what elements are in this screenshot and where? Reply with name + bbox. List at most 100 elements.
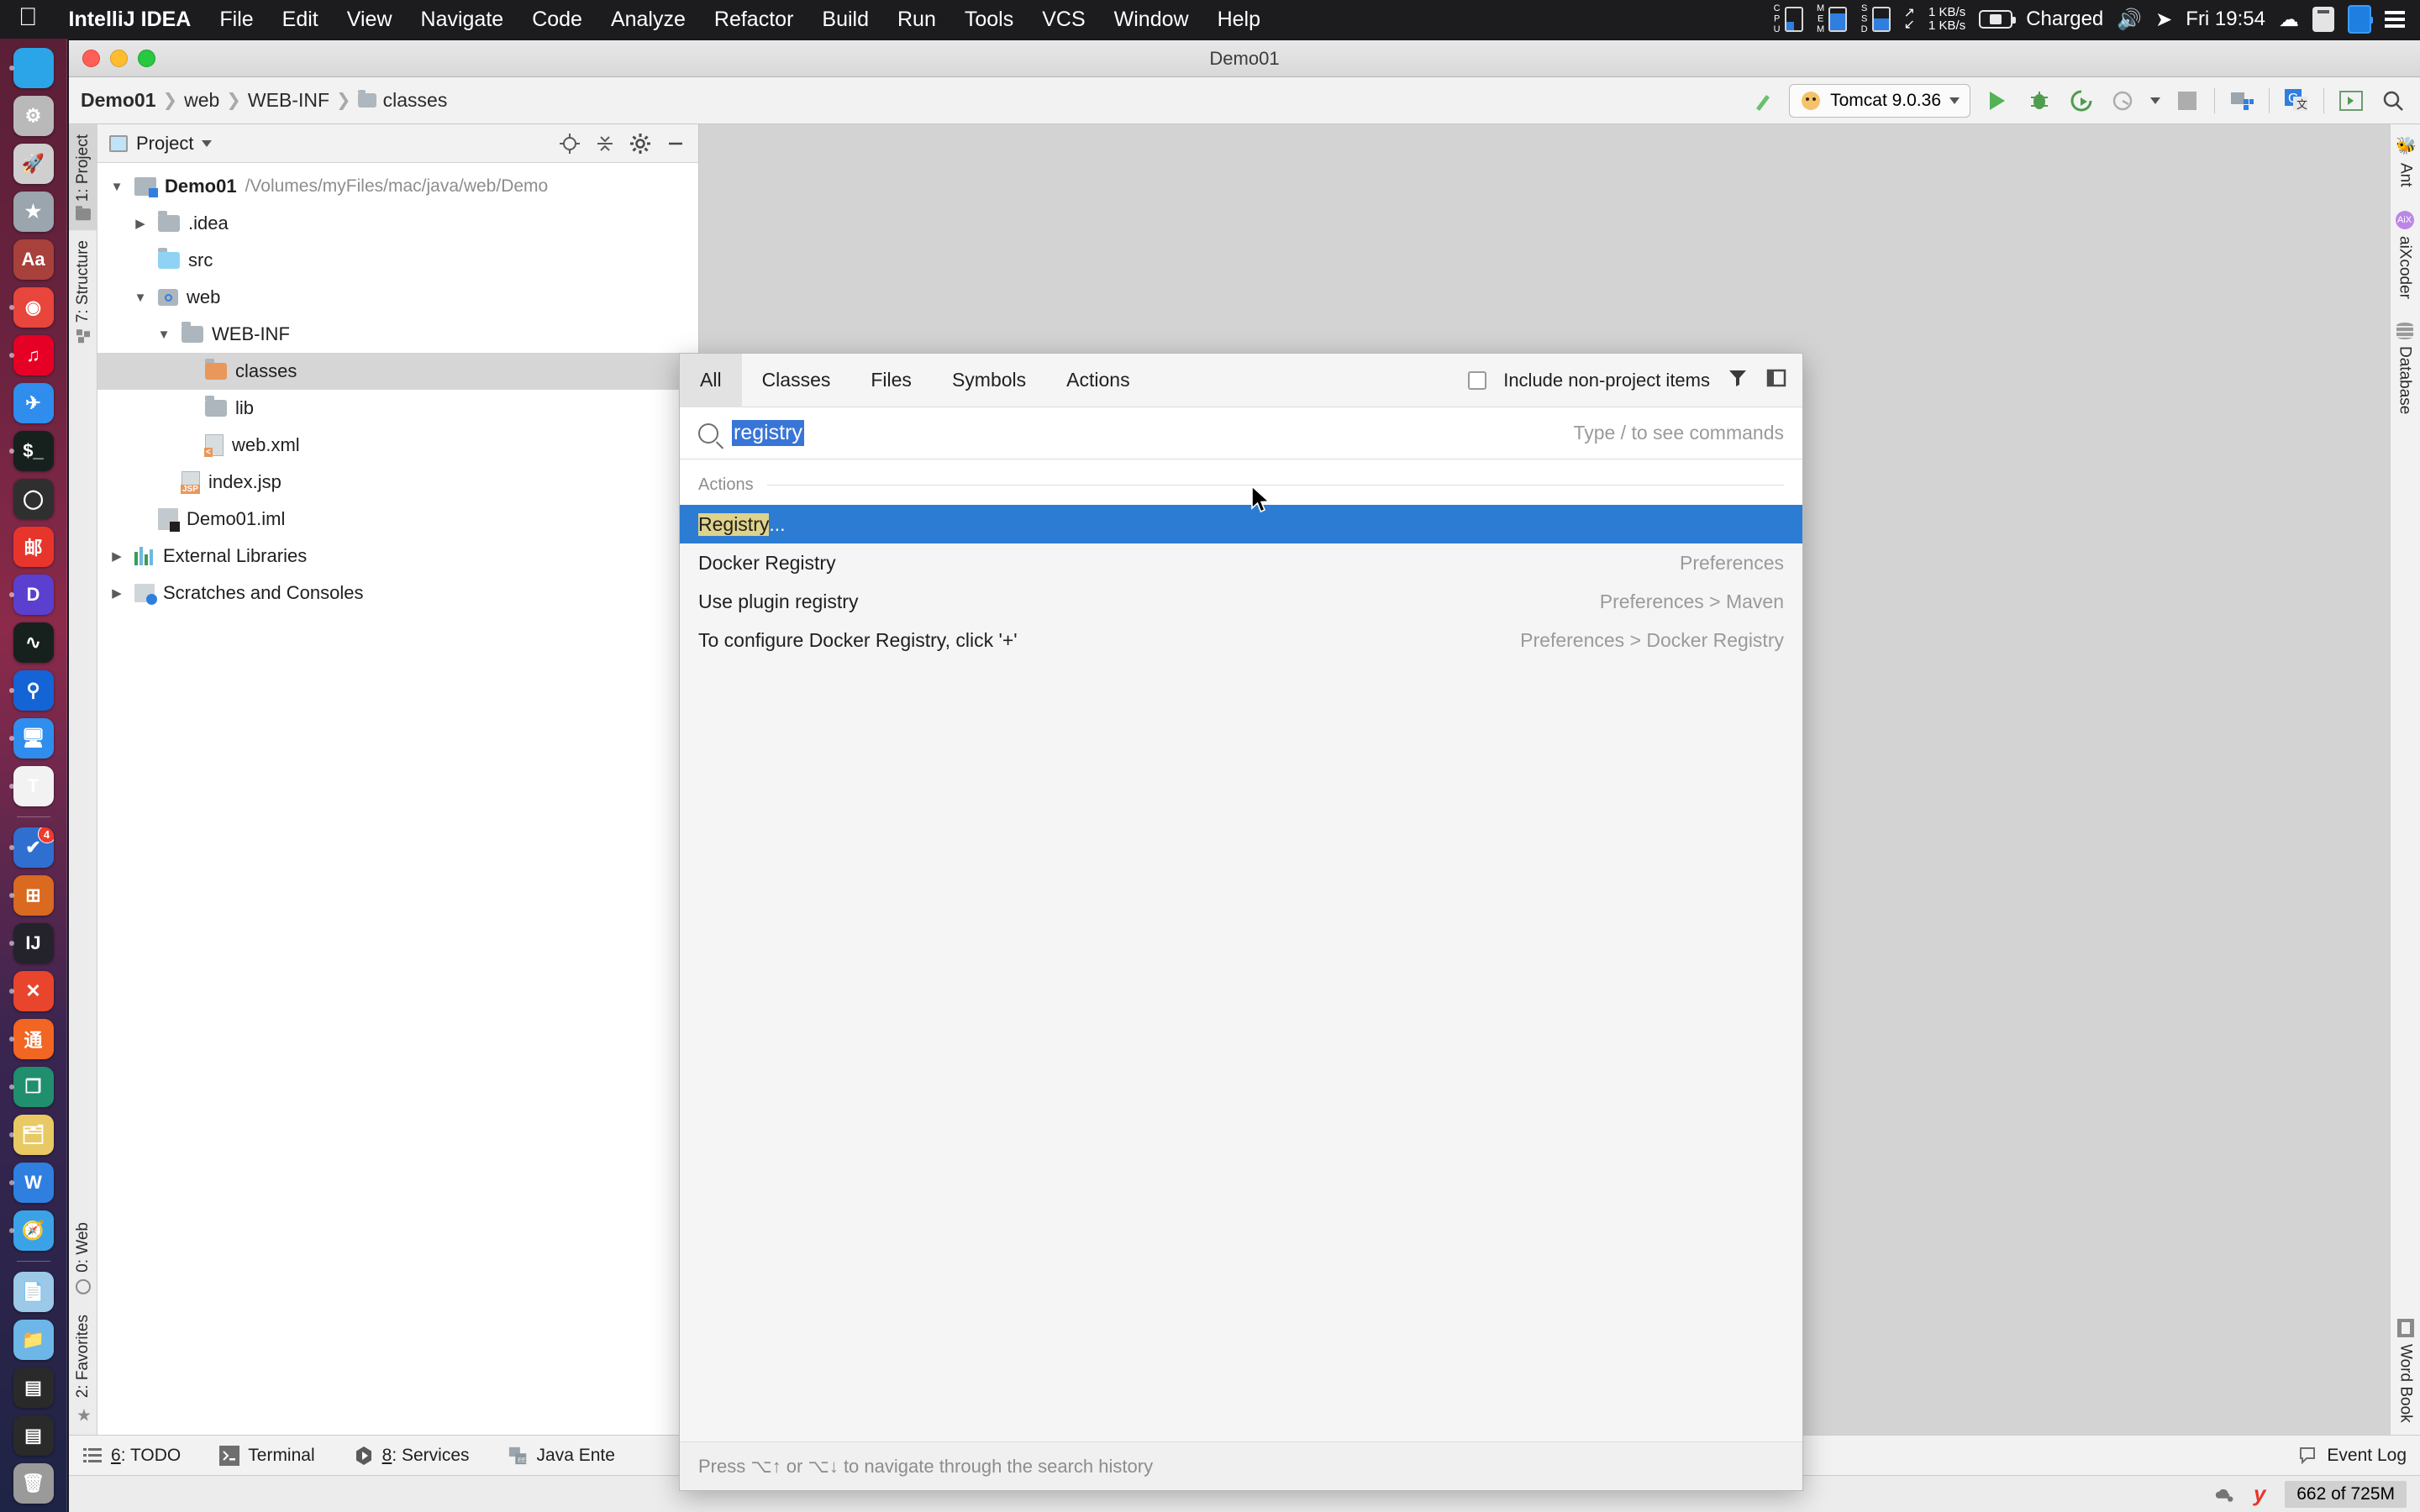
dock-item-snipaste[interactable]: ❐: [6, 1064, 61, 1110]
tree-node[interactable]: classes: [97, 353, 698, 390]
dock-item-minimized-window-2[interactable]: ▤: [6, 1413, 61, 1458]
chevron-down-icon[interactable]: [202, 139, 213, 147]
dock-item-intellij-idea[interactable]: IJ: [6, 921, 61, 966]
search-result-row[interactable]: To configure Docker Registry, click '+' P…: [680, 621, 1802, 659]
dock-item-mail-cn[interactable]: 邮: [6, 524, 61, 570]
breadcrumb-item-classes[interactable]: classes: [383, 89, 448, 112]
dock-item-minimized-window-1[interactable]: ▤: [6, 1365, 61, 1410]
menu-item-vcs[interactable]: VCS: [1028, 8, 1099, 32]
network-speed-readout[interactable]: 1 KB/s 1 KB/s: [1928, 6, 1965, 33]
dock-item-wechat-dev[interactable]: ◯: [6, 476, 61, 522]
dock-item-things-todo[interactable]: ✔ 4: [6, 825, 61, 870]
profile-button[interactable]: [2108, 86, 2139, 116]
dock-item-trash[interactable]: 🗑: [6, 1461, 61, 1506]
dock-item-wps-office[interactable]: W: [6, 1160, 61, 1205]
dock-item-activity-monitor[interactable]: ∿: [6, 620, 61, 665]
tab-all[interactable]: All: [680, 353, 742, 407]
sidebar-item-aixcoder[interactable]: AiX aiXcoder: [2390, 199, 2420, 311]
sidebar-item-database[interactable]: Database: [2390, 311, 2420, 426]
menu-item-navigate[interactable]: Navigate: [407, 8, 518, 32]
run-button[interactable]: [1982, 86, 2012, 116]
run-with-coverage-button[interactable]: [2066, 86, 2096, 116]
menu-item-help[interactable]: Help: [1203, 8, 1275, 32]
filter-funnel-icon[interactable]: [1727, 367, 1749, 393]
build-hammer-icon[interactable]: [1747, 86, 1777, 116]
youdao-icon[interactable]: y: [2249, 1481, 2270, 1506]
menu-item-code[interactable]: Code: [518, 8, 597, 32]
dock-item-parallels-windows[interactable]: 🖥: [6, 716, 61, 761]
sidebar-item-favorites[interactable]: ★ 2: Favorites: [68, 1305, 98, 1435]
tool-window-tab-terminal[interactable]: Terminal: [219, 1445, 315, 1466]
chevron-right-icon[interactable]: ▶: [108, 585, 126, 601]
search-input[interactable]: registry: [732, 420, 804, 446]
memory-indicator[interactable]: 662 of 725M: [2285, 1480, 2407, 1508]
chevron-down-icon[interactable]: [2150, 97, 2160, 104]
tree-node[interactable]: Demo01.iml: [97, 501, 698, 538]
tab-files[interactable]: Files: [850, 354, 932, 407]
menu-item-tools[interactable]: Tools: [950, 8, 1028, 32]
tree-node[interactable]: src: [97, 242, 698, 279]
dock-item-netease-music[interactable]: ♫: [6, 333, 61, 378]
sidebar-item-project[interactable]: 1: Project: [68, 124, 97, 231]
breadcrumb-item-webinf[interactable]: WEB-INF: [248, 89, 329, 112]
tool-window-tab-java-ente[interactable]: EE Java Ente: [508, 1446, 615, 1466]
project-tree[interactable]: ▼ Demo01/Volumes/myFiles/mac/java/web/Dem…: [97, 163, 698, 1435]
menu-item-refactor[interactable]: Refactor: [700, 8, 808, 32]
tree-node[interactable]: ▼ web: [97, 279, 698, 316]
dock-item-system-preferences[interactable]: ⚙: [6, 93, 61, 139]
cloud-sync-icon[interactable]: ☁: [2279, 8, 2299, 32]
dock-item-google-chrome[interactable]: ◉: [6, 285, 61, 330]
chevron-down-icon[interactable]: ▼: [155, 328, 173, 342]
sidebar-item-structure[interactable]: 7: Structure: [69, 230, 97, 353]
include-non-project-checkbox[interactable]: [1468, 370, 1487, 390]
menu-item-run[interactable]: Run: [883, 8, 950, 32]
cloud-settings-icon[interactable]: [2214, 1484, 2234, 1504]
dock-item-dingtalk[interactable]: ✈: [6, 381, 61, 426]
dock-item-typora[interactable]: T: [6, 764, 61, 809]
tab-symbols[interactable]: Symbols: [932, 354, 1046, 407]
mem-meter-icon[interactable]: MEM: [1816, 3, 1847, 35]
menu-item-build[interactable]: Build: [808, 8, 883, 32]
dock-item-windows-vm[interactable]: ⊞: [6, 873, 61, 918]
tool-window-tab-8-services[interactable]: 8: Services: [354, 1446, 470, 1466]
dock-item-xmind[interactable]: ✕: [6, 969, 61, 1014]
tree-node[interactable]: ▼ WEB-INF: [97, 316, 698, 353]
menubar-clock[interactable]: Fri 19:54: [2186, 8, 2265, 31]
battery-icon[interactable]: [1979, 10, 2017, 29]
chevron-right-icon[interactable]: ▶: [131, 216, 150, 231]
settings-gear-icon[interactable]: [629, 133, 651, 155]
control-center-icon[interactable]: [2385, 11, 2405, 28]
dock-item-dictionary[interactable]: Aa: [6, 237, 61, 282]
dock-item-launchpad[interactable]: 🚀: [6, 141, 61, 186]
apple-logo-icon[interactable]: : [18, 5, 55, 34]
project-structure-icon[interactable]: [2227, 86, 2257, 116]
translate-icon[interactable]: G文: [2281, 86, 2312, 116]
dock-item-finder[interactable]: [6, 45, 61, 91]
dock-item-safari[interactable]: 🧭: [6, 1208, 61, 1253]
dock-item-alfred[interactable]: ★: [6, 189, 61, 234]
search-result-row[interactable]: Registry...: [680, 505, 1802, 543]
tree-node[interactable]: ▼ Demo01/Volumes/myFiles/mac/java/web/Dem…: [97, 168, 698, 205]
preview-panel-icon[interactable]: [1765, 367, 1787, 393]
dock-item-iterm-terminal[interactable]: $_: [6, 428, 61, 474]
menu-item-analyze[interactable]: Analyze: [597, 8, 700, 32]
chevron-down-icon[interactable]: ▼: [131, 291, 150, 305]
locate-icon[interactable]: [559, 133, 581, 155]
breadcrumb-item-web[interactable]: web: [184, 89, 219, 112]
menu-item-view[interactable]: View: [333, 8, 407, 32]
tool-window-tab-6-todo[interactable]: 6: TODO: [82, 1446, 181, 1466]
search-results-list[interactable]: Actions Registry... Docker Registry Prefer…: [680, 459, 1802, 1441]
ssd-meter-icon[interactable]: SSD: [1860, 3, 1891, 35]
tab-classes[interactable]: Classes: [742, 354, 851, 407]
tree-node[interactable]: < web.xml: [97, 427, 698, 464]
menu-item-window[interactable]: Window: [1100, 8, 1203, 32]
sidebar-item-ant[interactable]: 🐝 Ant: [2390, 124, 2420, 199]
debug-button[interactable]: [2024, 86, 2054, 116]
hide-panel-icon[interactable]: [665, 133, 687, 155]
telegram-icon[interactable]: ➤: [2155, 8, 2172, 32]
tree-node[interactable]: lib: [97, 390, 698, 427]
sidebar-item-web[interactable]: 0: Web: [68, 1212, 98, 1305]
dock-item-tongyi[interactable]: 通: [6, 1016, 61, 1062]
menu-item-edit[interactable]: Edit: [268, 8, 333, 32]
breadcrumb-item-project[interactable]: Demo01: [81, 89, 155, 112]
